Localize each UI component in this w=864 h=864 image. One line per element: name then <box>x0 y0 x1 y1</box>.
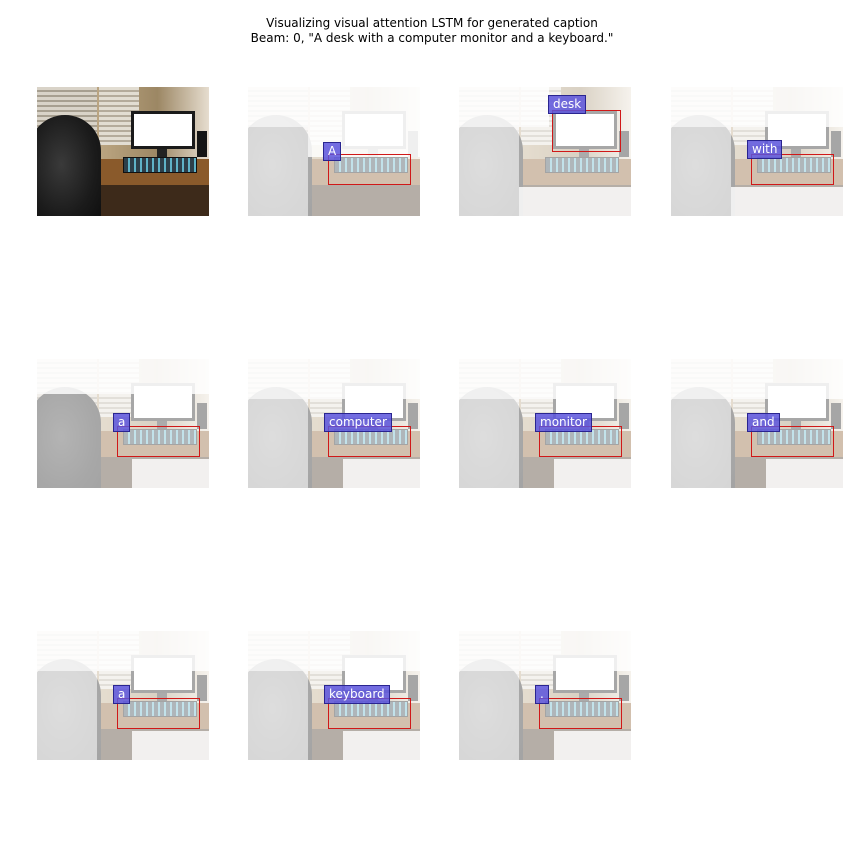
attention-region <box>766 459 843 488</box>
attention-region <box>671 359 843 399</box>
word-label: desk <box>548 95 587 114</box>
attention-region <box>248 127 308 216</box>
attention-region <box>459 87 549 127</box>
attention-panel: . <box>459 631 631 760</box>
scene-photo <box>37 87 209 216</box>
attention-region <box>671 127 731 216</box>
scene-chair <box>37 115 101 216</box>
word-label: a <box>113 413 131 432</box>
attention-region <box>248 399 308 488</box>
attention-panel: a <box>37 359 209 488</box>
attention-panel: desk <box>459 87 631 216</box>
scene-desk-front <box>97 185 209 216</box>
scene-keyboard <box>123 157 197 173</box>
attention-region <box>459 399 519 488</box>
attention-region <box>37 631 209 671</box>
word-label: with <box>747 140 783 159</box>
attention-panel: and <box>671 359 843 488</box>
original-image-panel <box>37 87 209 216</box>
word-label: keyboard <box>324 685 390 704</box>
attention-panel: computer <box>248 359 420 488</box>
attention-panel: monitor <box>459 359 631 488</box>
attention-region <box>554 731 631 760</box>
attention-box <box>539 698 622 729</box>
word-label: . <box>535 685 549 704</box>
attention-region <box>248 87 420 127</box>
attention-region <box>519 187 631 216</box>
attention-region <box>132 731 209 760</box>
attention-region <box>132 459 209 488</box>
attention-panel: A <box>248 87 420 216</box>
scene-speaker <box>197 131 207 157</box>
attention-region <box>459 127 519 216</box>
title-line-2: Beam: 0, "A desk with a computer monitor… <box>250 31 614 45</box>
attention-region <box>37 671 97 760</box>
attention-region <box>554 459 631 488</box>
attention-box <box>552 110 621 152</box>
attention-region <box>731 187 843 216</box>
attention-region <box>459 631 631 671</box>
attention-panel: a <box>37 631 209 760</box>
attention-region <box>248 671 308 760</box>
scene-monitor <box>131 111 195 149</box>
attention-region <box>343 459 420 488</box>
attention-region <box>37 359 209 394</box>
attention-panel: with <box>671 87 843 216</box>
attention-panel: keyboard <box>248 631 420 760</box>
attention-region <box>459 359 631 399</box>
word-label: a <box>113 685 131 704</box>
word-label: computer <box>324 413 392 432</box>
word-label: A <box>323 142 342 161</box>
attention-region <box>459 671 519 760</box>
title-line-1: Visualizing visual attention LSTM for ge… <box>266 16 598 30</box>
word-label: and <box>747 413 780 432</box>
attention-region <box>248 631 420 671</box>
attention-region <box>671 87 843 127</box>
word-label: monitor <box>535 413 592 432</box>
figure-title: Visualizing visual attention LSTM for ge… <box>0 16 864 46</box>
attention-region <box>248 359 420 399</box>
attention-region <box>343 731 420 760</box>
attention-region <box>671 399 731 488</box>
